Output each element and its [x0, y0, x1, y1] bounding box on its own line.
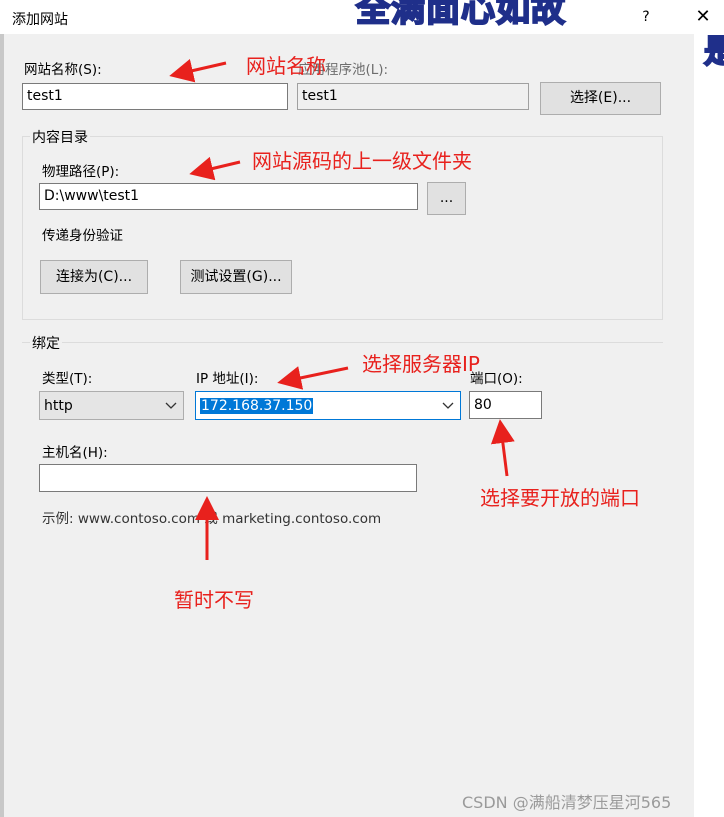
annotation-arrows [169, 58, 515, 560]
arrow-open-port [490, 419, 515, 477]
csdn-watermark: CSDN @满船清梦压星河565 [462, 793, 672, 812]
arrow-site-name [169, 58, 227, 83]
arrow-server-ip [277, 366, 349, 390]
arrow-source-folder [189, 156, 241, 181]
